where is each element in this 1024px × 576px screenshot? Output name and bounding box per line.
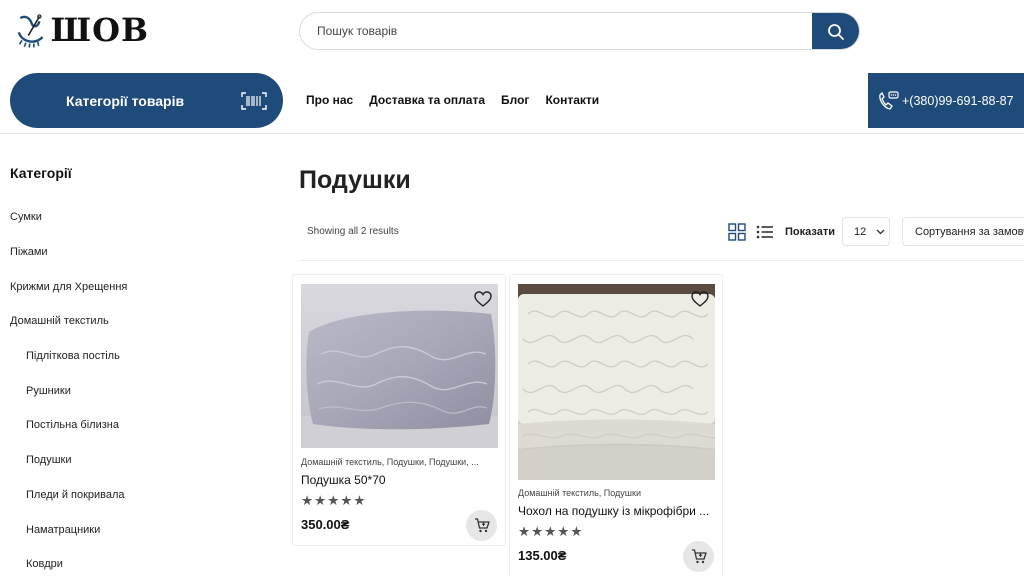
product-image[interactable] — [518, 284, 715, 480]
rating-stars: ★★★★★ — [301, 493, 367, 508]
product-categories[interactable]: Домашній текстиль, Подушки — [518, 488, 716, 498]
category-bags[interactable]: Сумки — [10, 200, 127, 235]
pillow-image — [301, 284, 498, 448]
sort-select[interactable]: Сортування за замовчуванням — [902, 217, 1024, 246]
header-divider — [0, 133, 1024, 134]
logo-text: ШОВ — [50, 11, 149, 49]
category-blankets-throws[interactable]: Пледи й покривала — [10, 478, 127, 513]
toolbar-divider — [299, 260, 1024, 261]
rating-stars: ★★★★★ — [518, 524, 584, 539]
heart-icon[interactable] — [691, 291, 709, 307]
product-title[interactable]: Подушка 50*70 — [301, 473, 499, 487]
search-input[interactable] — [300, 13, 812, 49]
phone-number: +(380)99-691-88-87 — [902, 93, 1014, 108]
menu-contacts[interactable]: Контакти — [545, 93, 599, 107]
category-teen-bedding[interactable]: Підліткова постіль — [10, 339, 127, 374]
phone-link[interactable]: +(380)99-691-88-87 — [868, 73, 1024, 128]
menu-delivery[interactable]: Доставка та оплата — [369, 93, 485, 107]
add-to-cart-button[interactable] — [466, 510, 497, 541]
product-title[interactable]: Чохол на подушку із мікрофібри ... — [518, 504, 716, 518]
product-price: 135.00₴ — [518, 548, 567, 563]
search-icon — [827, 24, 844, 40]
category-baptism[interactable]: Крижми для Хрещення — [10, 269, 127, 304]
sidebar-title: Категорії — [10, 165, 72, 181]
pillowcase-image — [518, 284, 715, 480]
main-menu: Про нас Доставка та оплата Блог Контакти — [306, 93, 599, 107]
category-towels[interactable]: Рушники — [10, 373, 127, 408]
cart-icon — [474, 518, 490, 533]
category-list: Сумки Піжами Крижми для Хрещення Домашні… — [10, 200, 127, 576]
category-duvets[interactable]: Ковдри — [10, 547, 127, 576]
chevron-down-icon — [876, 229, 885, 234]
product-categories[interactable]: Домашній текстиль, Подушки, Подушки, ... — [301, 457, 499, 467]
menu-about[interactable]: Про нас — [306, 93, 353, 107]
category-mattress-covers[interactable]: Наматрацники — [10, 512, 127, 547]
search-button[interactable] — [812, 13, 859, 49]
show-label: Показати — [785, 226, 835, 238]
page-title: Подушки — [299, 166, 411, 194]
categories-button-label: Категорії товарів — [66, 92, 185, 109]
search-bar — [299, 12, 860, 50]
categories-button[interactable]: Категорії товарів — [10, 73, 283, 128]
heart-icon[interactable] — [474, 291, 492, 307]
product-card[interactable]: Домашній текстиль, Подушки, Подушки, ...… — [292, 274, 506, 546]
barcode-icon — [241, 91, 267, 110]
logo-needle-icon — [17, 14, 44, 48]
add-to-cart-button[interactable] — [683, 541, 714, 572]
product-price: 350.00₴ — [301, 517, 350, 532]
product-image[interactable] — [301, 284, 498, 448]
sort-value: Сортування за замовчуванням — [915, 225, 1024, 238]
logo[interactable]: ШОВ — [14, 6, 149, 54]
list-view-icon[interactable] — [756, 224, 774, 240]
category-home-textile[interactable]: Домашній текстиль — [10, 304, 127, 339]
per-page-value: 12 — [854, 225, 867, 238]
phone-icon — [879, 90, 899, 110]
product-card[interactable]: Домашній текстиль, Подушки Чохол на поду… — [509, 274, 723, 576]
category-bed-linen[interactable]: Постільна білизна — [10, 408, 127, 443]
category-pillows[interactable]: Подушки — [10, 443, 127, 478]
category-pajamas[interactable]: Піжами — [10, 235, 127, 270]
cart-icon — [691, 549, 707, 564]
grid-view-icon[interactable] — [728, 223, 746, 241]
menu-blog[interactable]: Блог — [501, 93, 529, 107]
per-page-select[interactable]: 12 — [842, 217, 890, 246]
results-count: Showing all 2 results — [307, 226, 399, 237]
